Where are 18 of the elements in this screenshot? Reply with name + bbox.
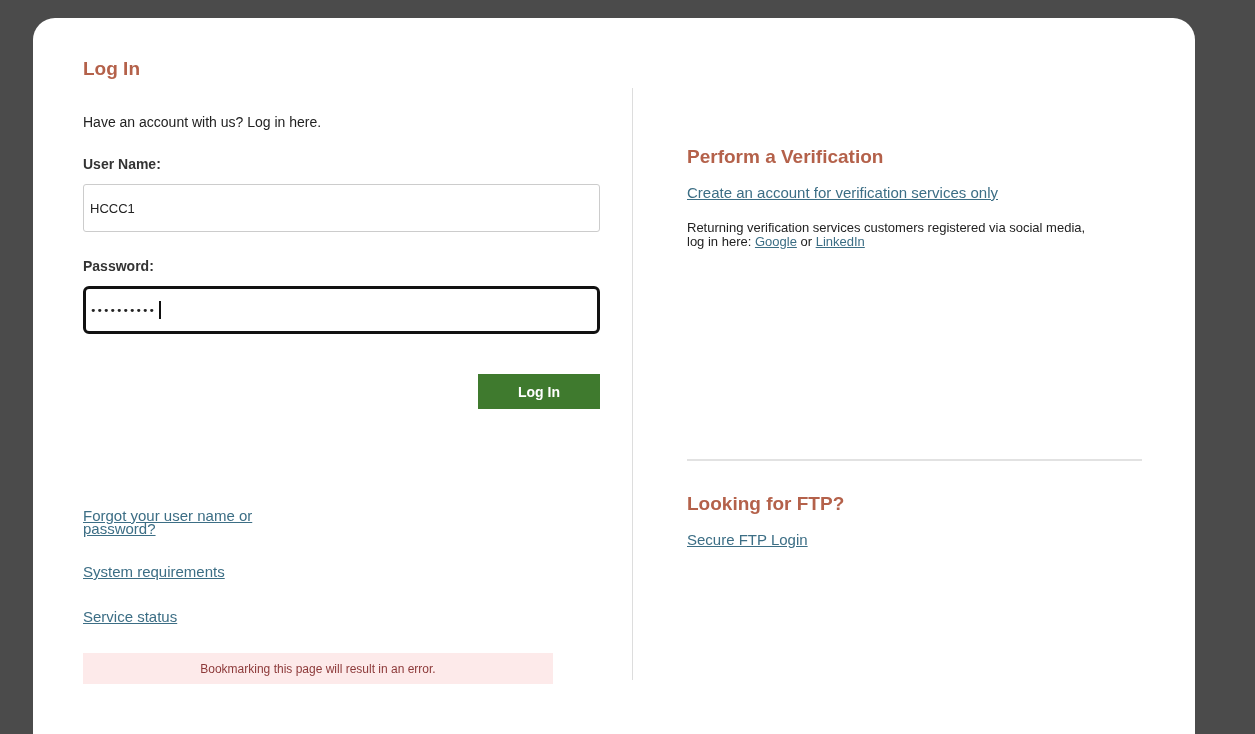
- create-account-link[interactable]: Create an account for verification services only: [687, 184, 998, 201]
- google-link[interactable]: Google: [754, 234, 797, 249]
- social-login-text: Returning verification services customers registered via social media, log in here: Google or LinkedIn: [687, 221, 1087, 249]
- username-field[interactable]: HCCC1: [83, 184, 600, 232]
- login-button[interactable]: Log In: [478, 374, 600, 409]
- help-link[interactable]: System requirements: [83, 563, 225, 580]
- linkedin-link[interactable]: LinkedIn: [815, 234, 865, 249]
- verification-heading: Perform a Verification: [687, 146, 884, 168]
- ftp-login-link[interactable]: Secure FTP Login: [687, 531, 808, 548]
- login-heading: Log In: [83, 58, 140, 80]
- intro-text: Have an account with us? Log in here.: [83, 114, 322, 130]
- ftp-heading: Looking for FTP?: [687, 493, 845, 515]
- bookmark-notice: Bookmarking this page will result in an error.: [83, 653, 553, 684]
- help-link[interactable]: Service status: [83, 608, 178, 625]
- field-label: User Name:: [83, 156, 161, 172]
- help-link[interactable]: Forgot your user name or password?: [83, 509, 308, 535]
- field-label: Password:: [83, 258, 154, 274]
- password-field[interactable]: ••••••••••: [83, 286, 600, 334]
